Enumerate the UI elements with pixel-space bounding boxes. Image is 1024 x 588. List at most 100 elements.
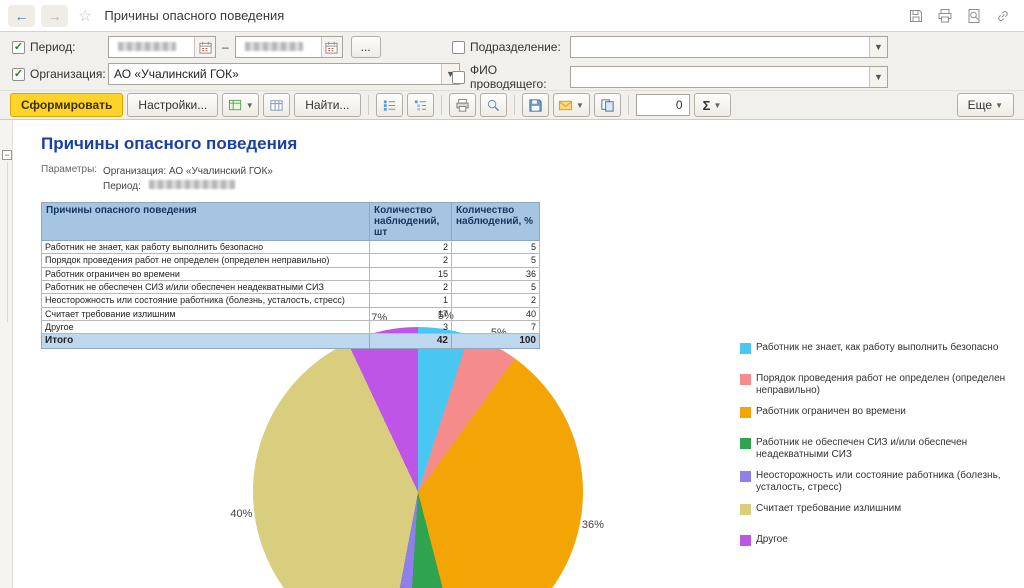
cause-name-cell: Другое [42, 321, 370, 334]
value-cell: 5 [452, 241, 540, 254]
period-to-field[interactable] [235, 36, 343, 58]
table-settings-button[interactable] [263, 93, 290, 117]
period-filter-checkbox[interactable]: Период: [12, 40, 108, 54]
table-row[interactable]: Работник ограничен во времени1536 [42, 267, 540, 280]
link-icon[interactable] [994, 7, 1012, 25]
redacted-period-value [149, 180, 235, 189]
cause-name-cell: Порядок проведения работ не определен (о… [42, 254, 370, 267]
expand-groups-button[interactable] [376, 93, 403, 117]
autosum-field[interactable]: 0 [636, 94, 690, 116]
value-cell: 3 [370, 321, 452, 334]
chevron-down-icon: ▼ [246, 101, 254, 110]
collapse-list-icon [413, 98, 428, 113]
value-cell: 1 [370, 294, 452, 307]
organization-combo[interactable]: АО «Учалинский ГОК» ▼ [108, 63, 460, 85]
table-row[interactable]: Неосторожность или состояние работника (… [42, 294, 540, 307]
chevron-down-icon: ▼ [713, 101, 721, 110]
checkbox-icon [452, 41, 465, 54]
redacted-date-value [118, 42, 176, 51]
period-options-button[interactable]: ... [351, 36, 381, 58]
value-cell: 2 [370, 241, 452, 254]
chevron-down-icon[interactable]: ▼ [869, 37, 887, 57]
table-grid-icon [269, 98, 284, 113]
toolbar-separator [441, 95, 442, 115]
copy-button[interactable] [594, 93, 621, 117]
save-icon[interactable] [907, 7, 925, 25]
magnifier-icon [486, 98, 501, 113]
toolbar-separator [368, 95, 369, 115]
collapse-groups-button[interactable] [407, 93, 434, 117]
table-row[interactable]: Работник не обеспечен СИЗ и/или обеспече… [42, 281, 540, 294]
cause-name-cell: Неосторожность или состояние работника (… [42, 294, 370, 307]
parameter-period-label: Период: [103, 181, 141, 192]
save-result-button[interactable] [522, 93, 549, 117]
report-variants-button[interactable]: ▼ [222, 93, 259, 117]
total-label-cell: Итого [42, 334, 370, 349]
report-table: Причины опасного поведения Количество на… [41, 202, 540, 349]
period-from-field[interactable] [108, 36, 216, 58]
value-cell: 40 [452, 307, 540, 320]
division-combo[interactable]: ▼ [570, 36, 888, 58]
organization-value: АО «Учалинский ГОК» [109, 67, 441, 81]
column-header-percent: Количество наблюдений, % [452, 203, 540, 241]
organization-filter-label: Организация: [30, 67, 106, 81]
table-row[interactable]: Работник не знает, как работу выполнить … [42, 241, 540, 254]
cause-name-cell: Считает требование излишним [42, 307, 370, 320]
division-filter-checkbox[interactable]: Подразделение: [452, 40, 570, 54]
sigma-icon: Σ [703, 98, 711, 113]
chevron-down-icon: ▼ [995, 101, 1003, 110]
autosum-value: 0 [676, 98, 683, 112]
app-window: ← → ☆ Причины опасного поведения П [0, 0, 1024, 588]
variants-grid-icon [228, 98, 243, 113]
total-row[interactable]: Итого 42 100 [42, 334, 540, 349]
table-row[interactable]: Порядок проведения работ не определен (о… [42, 254, 540, 267]
table-header-row: Причины опасного поведения Количество на… [42, 203, 540, 241]
value-cell: 2 [370, 281, 452, 294]
value-cell: 2 [370, 254, 452, 267]
conductor-combo[interactable]: ▼ [570, 66, 888, 88]
back-button[interactable]: ← [8, 5, 35, 27]
chevron-down-icon[interactable]: ▼ [869, 67, 887, 87]
favorite-star-icon[interactable]: ☆ [78, 6, 92, 26]
value-cell: 36 [452, 267, 540, 280]
generate-button[interactable]: Сформировать [10, 93, 123, 117]
checkbox-icon [12, 41, 25, 54]
print-icon[interactable] [936, 7, 954, 25]
cause-name-cell: Работник не знает, как работу выполнить … [42, 241, 370, 254]
filter-panel: Период: – ... [0, 32, 1024, 90]
print-button[interactable] [449, 93, 476, 117]
checkbox-icon [12, 68, 25, 81]
date-range-separator: – [222, 40, 229, 54]
more-button-label: Еще [968, 98, 992, 112]
calendar-icon[interactable] [194, 37, 215, 57]
organization-filter-checkbox[interactable]: Организация: [12, 67, 108, 81]
collapse-group-button[interactable]: − [2, 150, 12, 160]
top-toolbar: ← → ☆ Причины опасного поведения [0, 0, 1024, 32]
print-preview-button[interactable] [480, 93, 507, 117]
send-mail-button[interactable]: ▼ [553, 93, 590, 117]
toolbar-separator [514, 95, 515, 115]
conductor-filter-checkbox[interactable]: ФИО проводящего: [452, 63, 570, 91]
cause-name-cell: Работник не обеспечен СИЗ и/или обеспече… [42, 281, 370, 294]
sum-button[interactable]: Σ ▼ [694, 93, 731, 117]
report-toolbar: Сформировать Настройки... ▼ Найти... [0, 90, 1024, 120]
find-button[interactable]: Найти... [294, 93, 360, 117]
forward-button[interactable]: → [41, 5, 68, 27]
column-header-count: Количество наблюдений, шт [370, 203, 452, 241]
table-row[interactable]: Другое37 [42, 321, 540, 334]
cause-name-cell: Работник ограничен во времени [42, 267, 370, 280]
arrow-left-icon: ← [15, 8, 29, 24]
more-button[interactable]: Еще ▼ [957, 93, 1014, 117]
value-cell: 7 [452, 321, 540, 334]
parameter-period: Период: [103, 179, 273, 194]
table-row[interactable]: Считает требование излишним1740 [42, 307, 540, 320]
preview-icon[interactable] [965, 7, 983, 25]
printer-icon [455, 98, 470, 113]
grouping-gutter: − [0, 120, 13, 588]
floppy-icon [528, 98, 543, 113]
chevron-down-icon: ▼ [576, 101, 584, 110]
calendar-icon[interactable] [321, 37, 342, 57]
parameters-label: Параметры: [41, 164, 103, 194]
settings-button[interactable]: Настройки... [127, 93, 218, 117]
report-title: Причины опасного поведения [41, 134, 1024, 154]
